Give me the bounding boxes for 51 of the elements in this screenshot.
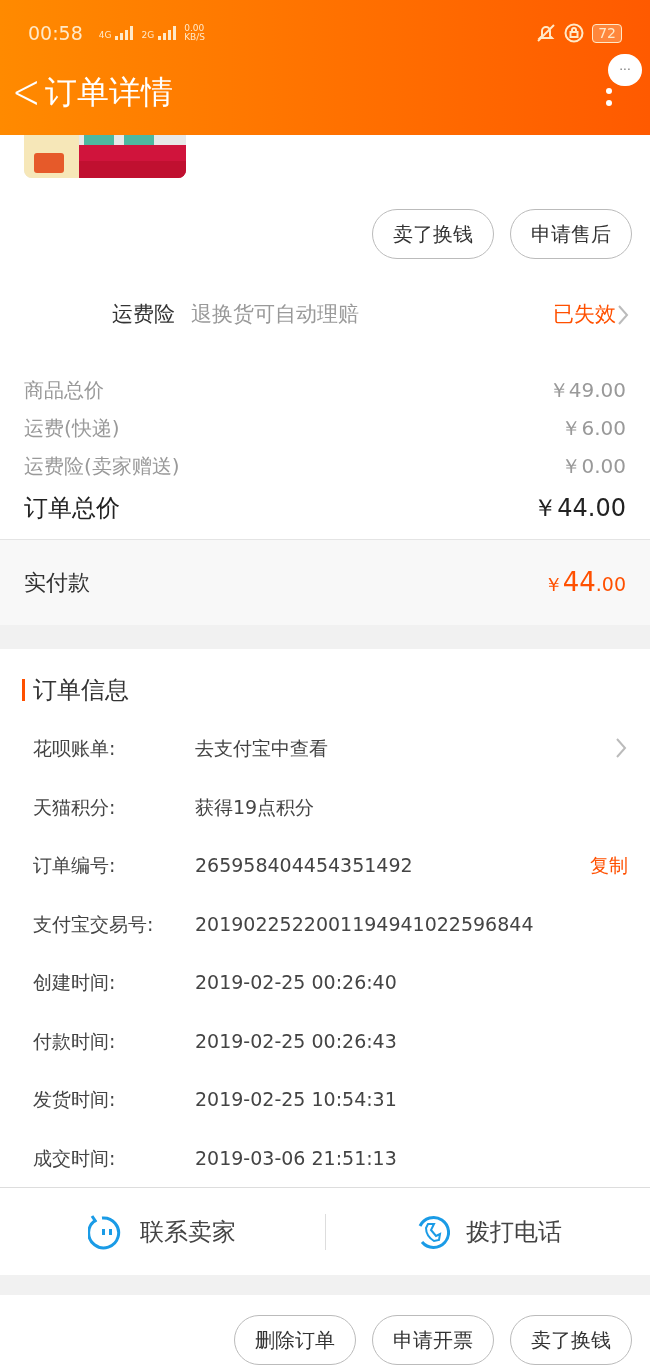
action-button[interactable]: 申请开票 xyxy=(372,1315,494,1365)
paid-amount: ￥44.00 xyxy=(543,566,626,599)
action-button[interactable]: 申请售后 xyxy=(510,209,632,259)
chevron-icon xyxy=(614,737,628,760)
price-label: 商品总价 xyxy=(24,377,104,404)
info-label: 成交时间: xyxy=(33,1145,117,1171)
speed-value: 0.00 xyxy=(184,24,205,33)
info-label: 花呗账单: xyxy=(33,736,117,761)
action-button[interactable]: 删除订单 xyxy=(234,1315,356,1365)
network-label: 4G xyxy=(98,31,112,40)
info-value: 2019-02-25 10:54:31 xyxy=(195,1087,397,1112)
contact-button[interactable]: 拨打电话 xyxy=(324,1213,650,1250)
battery-icon: 72 xyxy=(592,23,622,43)
action-button[interactable]: 卖了换钱 xyxy=(510,1315,632,1365)
price-label: 运费险(卖家赠送) xyxy=(24,453,180,480)
network-label: 2G xyxy=(141,31,155,40)
info-label: 支付宝交易号: xyxy=(33,911,155,937)
price-value: ￥49.00 xyxy=(548,377,626,404)
info-value: 2019-03-06 21:51:13 xyxy=(195,1145,397,1171)
status-time: 00:58 xyxy=(28,20,83,46)
info-value: 2019-02-25 00:26:40 xyxy=(195,970,397,995)
contact-button[interactable]: 联系卖家 xyxy=(0,1213,325,1250)
page-title: 订单详情 xyxy=(44,71,173,113)
section-title: 订单信息 xyxy=(33,675,129,706)
chevron-icon xyxy=(616,304,630,326)
signal-icon xyxy=(115,26,134,40)
lock-icon xyxy=(564,23,585,43)
info-link[interactable]: 去支付宝中查看 xyxy=(195,734,328,763)
info-value: 2019-02-25 00:26:43 xyxy=(195,1028,397,1054)
dots-icon[interactable] xyxy=(606,88,612,106)
paid-label: 实付款 xyxy=(24,569,90,597)
info-label: 天猫积分: xyxy=(33,794,117,820)
signal-icon xyxy=(158,26,177,40)
insurance-description: 退换货可自动理赔 xyxy=(191,301,359,329)
speed-unit: KB/S xyxy=(184,33,205,42)
info-value: 获得19点积分 xyxy=(195,794,315,820)
action-button[interactable]: 卖了换钱 xyxy=(372,209,494,259)
muted-bell-icon xyxy=(536,23,557,43)
price-value: ￥6.00 xyxy=(561,415,626,442)
info-value: 2019022522001194941022596844 xyxy=(195,911,534,937)
more-button[interactable]: ··· xyxy=(608,54,642,86)
info-label: 订单编号: xyxy=(33,853,117,878)
price-value: ￥0.00 xyxy=(561,453,626,480)
insurance-name: 运费险 xyxy=(112,301,175,329)
info-value: 265958404454351492 xyxy=(195,853,413,878)
total-label: 订单总价 xyxy=(24,493,120,524)
price-label: 运费(快递) xyxy=(24,415,120,442)
total-value: ￥44.00 xyxy=(533,493,626,524)
info-label: 发货时间: xyxy=(33,1087,117,1112)
info-label: 付款时间: xyxy=(33,1028,117,1054)
info-label: 创建时间: xyxy=(33,970,117,995)
